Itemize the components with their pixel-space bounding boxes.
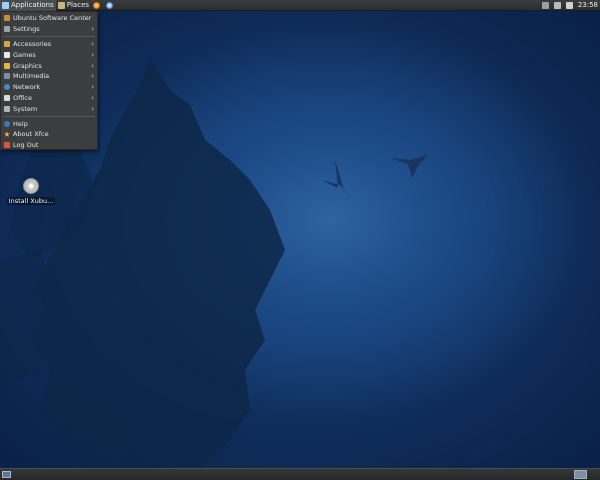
menu-item-games[interactable]: Games › bbox=[1, 49, 97, 60]
submenu-arrow-icon: › bbox=[91, 61, 94, 70]
submenu-arrow-icon: › bbox=[91, 104, 94, 113]
graphics-icon bbox=[4, 62, 10, 69]
menu-item-label: Help bbox=[13, 119, 28, 128]
menu-item-label: Multimedia bbox=[13, 72, 50, 81]
xfce-mouse-icon bbox=[2, 1, 9, 9]
menu-item-label: Office bbox=[13, 93, 32, 102]
submenu-arrow-icon: › bbox=[91, 93, 94, 102]
menu-item-label: Games bbox=[13, 50, 36, 59]
install-xubuntu-desktop-icon[interactable]: Install Xubu... bbox=[6, 178, 56, 205]
firefox-launcher[interactable] bbox=[91, 0, 104, 11]
menu-item-label: Accessories bbox=[13, 39, 52, 48]
places-label: Places bbox=[66, 1, 90, 9]
menu-item-log-out[interactable]: Log Out bbox=[1, 140, 97, 151]
accessories-icon bbox=[4, 40, 10, 47]
firefox-icon bbox=[93, 1, 101, 9]
help-launcher[interactable] bbox=[104, 0, 117, 11]
menu-item-help[interactable]: Help bbox=[1, 118, 97, 129]
logout-icon bbox=[4, 142, 10, 149]
install-disc-icon bbox=[23, 178, 39, 194]
office-icon bbox=[4, 94, 10, 101]
help-icon bbox=[4, 120, 10, 127]
menu-item-office[interactable]: Office › bbox=[1, 93, 97, 104]
volume-tray-icon[interactable] bbox=[553, 1, 561, 9]
system-tray: 23:58 bbox=[541, 1, 600, 9]
menu-item-about-xfce[interactable]: About Xfce bbox=[1, 129, 97, 140]
menu-item-label: About Xfce bbox=[13, 130, 49, 139]
applications-menu-button[interactable]: Applications bbox=[0, 0, 56, 11]
menu-item-label: System bbox=[13, 104, 38, 113]
places-folder-icon bbox=[57, 1, 65, 9]
menu-item-label: Graphics bbox=[13, 61, 42, 70]
menu-item-software-center[interactable]: Ubuntu Software Center bbox=[1, 13, 97, 24]
menu-item-accessories[interactable]: Accessories › bbox=[1, 39, 97, 50]
places-menu-button[interactable]: Places bbox=[56, 0, 91, 11]
menu-item-label: Settings bbox=[13, 25, 40, 34]
menu-item-settings[interactable]: Settings › bbox=[1, 24, 97, 35]
software-center-icon bbox=[4, 15, 10, 22]
workspace-switcher[interactable] bbox=[574, 470, 587, 479]
clock[interactable]: 23:58 bbox=[578, 1, 598, 9]
menu-separator bbox=[3, 36, 95, 38]
multimedia-icon bbox=[4, 73, 10, 80]
system-icon bbox=[4, 105, 10, 112]
bottom-panel bbox=[0, 468, 600, 480]
about-star-icon bbox=[4, 131, 10, 137]
menu-item-label: Log Out bbox=[13, 141, 39, 150]
submenu-arrow-icon: › bbox=[91, 25, 94, 34]
menu-item-label: Ubuntu Software Center bbox=[13, 14, 92, 23]
menu-item-label: Network bbox=[13, 83, 41, 92]
install-icon-label: Install Xubu... bbox=[6, 197, 56, 205]
submenu-arrow-icon: › bbox=[91, 72, 94, 81]
network-tray-icon[interactable] bbox=[541, 1, 549, 9]
applications-menu: Ubuntu Software Center Settings › Access… bbox=[0, 11, 98, 150]
help-globe-icon bbox=[106, 1, 114, 9]
menu-item-network[interactable]: Network › bbox=[1, 82, 97, 93]
birds bbox=[322, 155, 428, 198]
show-desktop-button[interactable] bbox=[2, 471, 11, 478]
submenu-arrow-icon: › bbox=[91, 50, 94, 59]
settings-icon bbox=[4, 26, 10, 33]
mail-tray-icon[interactable] bbox=[565, 1, 573, 9]
menu-separator bbox=[3, 115, 95, 117]
submenu-arrow-icon: › bbox=[91, 83, 94, 92]
submenu-arrow-icon: › bbox=[91, 39, 94, 48]
menu-item-graphics[interactable]: Graphics › bbox=[1, 60, 97, 71]
network-icon bbox=[4, 84, 10, 91]
top-panel: Applications Places 23:58 bbox=[0, 0, 600, 11]
menu-item-system[interactable]: System › bbox=[1, 103, 97, 114]
menu-item-multimedia[interactable]: Multimedia › bbox=[1, 71, 97, 82]
games-icon bbox=[4, 51, 10, 58]
applications-label: Applications bbox=[11, 1, 54, 9]
